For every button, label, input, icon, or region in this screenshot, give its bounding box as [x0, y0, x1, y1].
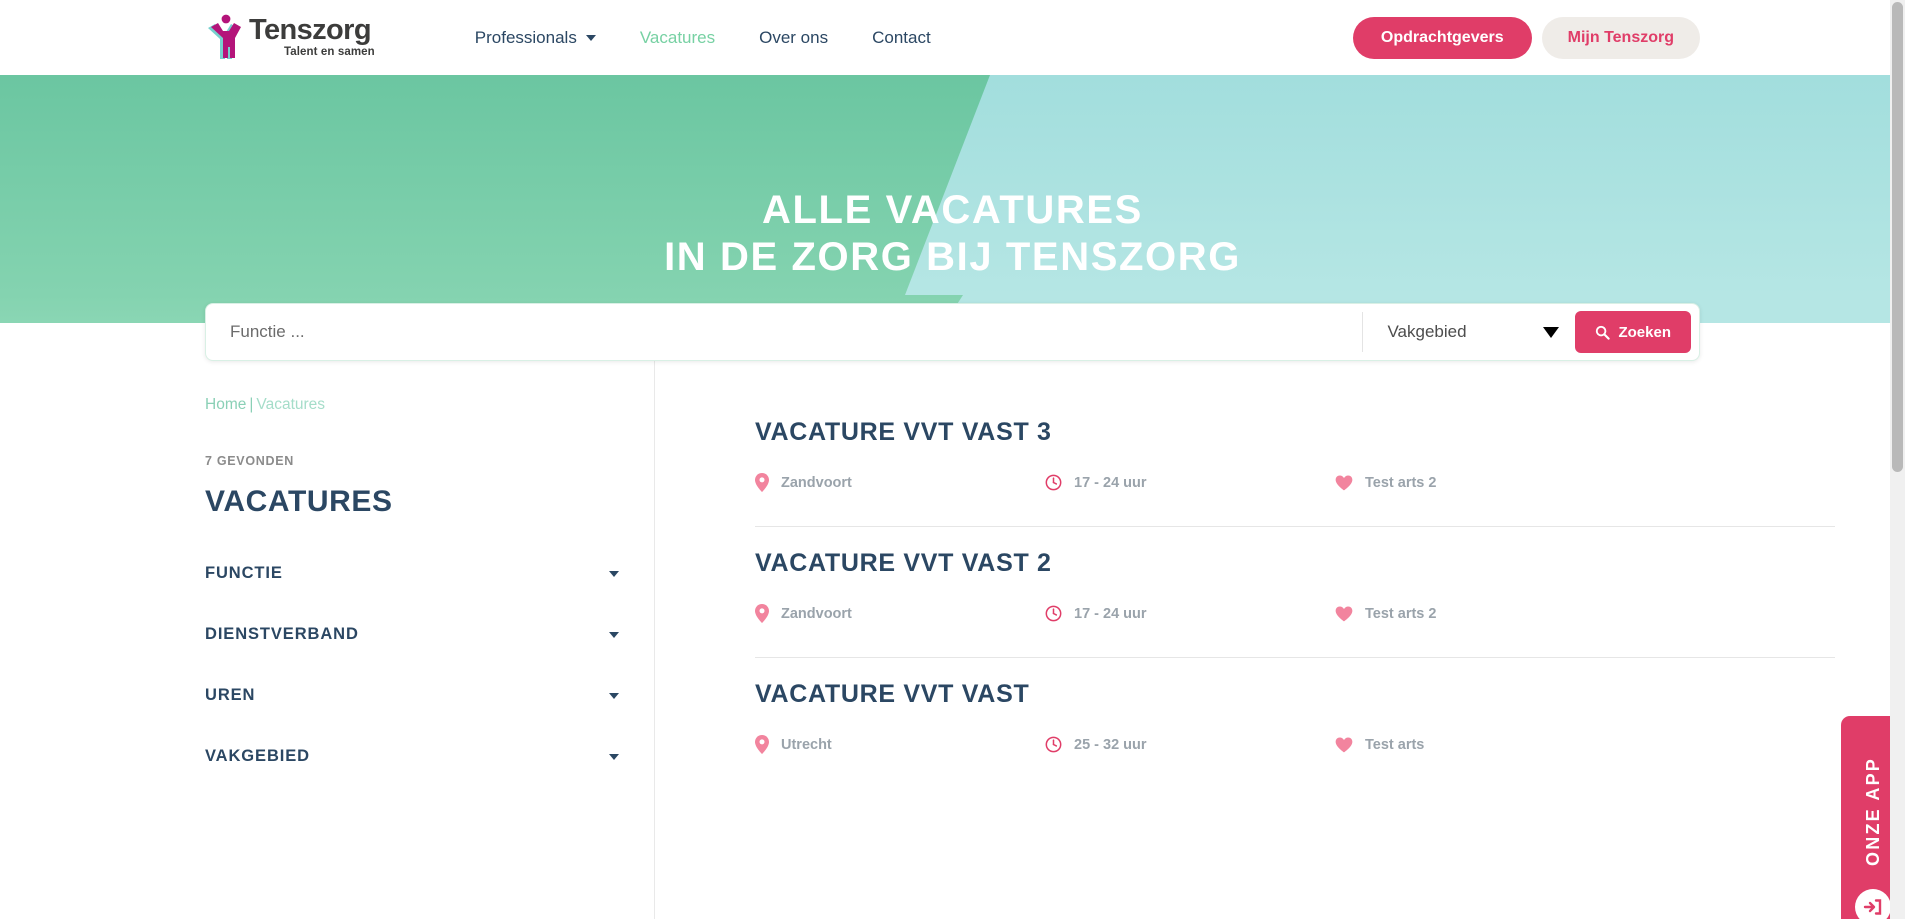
job-hours-text: 17 - 24 uur	[1074, 474, 1147, 491]
hero-title-block: ALLE VACATURES IN DE ZORG BIJ TENSZORG	[0, 75, 1905, 281]
search-bar-zone: Vakgebied Zoeken	[0, 295, 1905, 361]
nav-item-contact[interactable]: Contact	[872, 28, 931, 48]
job-contact-text: Test arts	[1365, 736, 1425, 753]
job-location: Zandvoort	[755, 473, 1045, 492]
header-actions: Opdrachtgevers Mijn Tenszorg	[1352, 16, 1700, 59]
site-logo[interactable]: Tenszorg Talent en samen	[205, 14, 375, 62]
mijn-tenszorg-button[interactable]: Mijn Tenszorg	[1541, 16, 1700, 59]
chevron-down-icon	[1543, 326, 1560, 338]
job-meta-row: Utrecht 25 - 32 uur Test arts	[755, 735, 1835, 754]
clock-icon	[1045, 736, 1062, 753]
job-contact: Test arts 2	[1335, 606, 1436, 622]
hero-banner: ALLE VACATURES IN DE ZORG BIJ TENSZORG	[0, 75, 1905, 295]
breadcrumb-home-link[interactable]: Home	[205, 396, 246, 413]
page-body: Home | Vacatures 7 GEVONDEN VACATURES FUNC…	[0, 361, 1905, 919]
logo-tagline: Talent en samen	[284, 46, 375, 59]
page-viewport: Tenszorg Talent en samen Professionals V…	[0, 0, 1905, 919]
heart-icon	[1335, 737, 1353, 752]
job-meta-row: Zandvoort 17 - 24 uur Test arts 2	[755, 604, 1835, 623]
site-header: Tenszorg Talent en samen Professionals V…	[0, 0, 1905, 75]
page-scrollbar[interactable]	[1890, 0, 1905, 919]
results-count: 7 GEVONDEN	[205, 454, 294, 468]
filter-accordion-uren[interactable]: UREN	[205, 673, 654, 718]
breadcrumb: Home | Vacatures	[205, 396, 654, 414]
chevron-down-icon	[609, 631, 619, 638]
hero-title-line-2: IN DE ZORG BIJ TENSZORG	[664, 235, 1241, 280]
hero-title-line-1: ALLE VACATURES	[762, 188, 1143, 232]
login-arrow-icon	[1855, 889, 1891, 919]
job-search-bar: Vakgebied Zoeken	[205, 303, 1700, 361]
scrollbar-thumb[interactable]	[1892, 2, 1903, 472]
job-listing-item[interactable]: VACATURE VVT VAST 3 Zandvoort 17 - 24 uu…	[755, 396, 1835, 527]
job-location-text: Zandvoort	[781, 605, 852, 622]
nav-item-professionals[interactable]: Professionals	[475, 28, 596, 48]
heart-icon	[1335, 475, 1353, 490]
filter-accordion-dienstverband[interactable]: DIENSTVERBAND	[205, 612, 654, 657]
job-hours: 25 - 32 uur	[1045, 736, 1335, 753]
job-location-text: Zandvoort	[781, 474, 852, 491]
vakgebied-select[interactable]: Vakgebied	[1363, 322, 1575, 342]
job-location: Zandvoort	[755, 604, 1045, 623]
job-contact: Test arts 2	[1335, 475, 1436, 491]
filters-sidebar: Home | Vacatures 7 GEVONDEN VACATURES FUNC…	[205, 361, 655, 919]
filter-label: VAKGEBIED	[205, 747, 310, 765]
search-input[interactable]	[206, 304, 1363, 360]
job-title: VACATURE VVT VAST 2	[755, 549, 1052, 577]
job-results-list: VACATURE VVT VAST 3 Zandvoort 17 - 24 uu…	[655, 361, 1905, 919]
zoeken-button-label: Zoeken	[1618, 323, 1671, 341]
breadcrumb-current: Vacatures	[256, 396, 326, 413]
chevron-down-icon	[609, 692, 619, 699]
job-listing-item[interactable]: VACATURE VVT VAST Utrecht 25 - 32 uur Te…	[755, 658, 1835, 788]
filter-label: UREN	[205, 686, 256, 704]
filter-accordion-functie[interactable]: FUNCTIE	[205, 551, 654, 596]
onze-app-label: ONZE APP	[1862, 756, 1883, 866]
zoeken-button[interactable]: Zoeken	[1575, 311, 1691, 353]
chevron-down-icon	[609, 753, 619, 760]
clock-icon	[1045, 474, 1062, 491]
search-icon	[1596, 325, 1611, 340]
job-listing-item[interactable]: VACATURE VVT VAST 2 Zandvoort 17 - 24 uu…	[755, 527, 1835, 658]
filter-accordion-vakgebied[interactable]: VAKGEBIED	[205, 734, 654, 779]
breadcrumb-separator: |	[249, 396, 254, 413]
opdrachtgevers-button[interactable]: Opdrachtgevers	[1352, 16, 1532, 59]
filter-label: FUNCTIE	[205, 564, 283, 582]
job-title: VACATURE VVT VAST	[755, 680, 1030, 708]
job-contact: Test arts	[1335, 737, 1424, 753]
map-pin-icon	[755, 473, 769, 492]
logo-wordmark: Tenszorg	[249, 14, 372, 47]
tenszorg-figure-icon	[208, 14, 241, 59]
vakgebied-select-label: Vakgebied	[1387, 322, 1467, 341]
main-navigation: Professionals Vacatures Over ons Contact	[475, 28, 931, 48]
filter-label: DIENSTVERBAND	[205, 625, 359, 643]
job-hours-text: 17 - 24 uur	[1074, 605, 1147, 622]
job-hours: 17 - 24 uur	[1045, 474, 1335, 491]
chevron-down-icon	[609, 570, 619, 577]
heart-icon	[1335, 606, 1353, 621]
chevron-down-icon	[585, 34, 596, 41]
clock-icon	[1045, 605, 1062, 622]
job-hours-text: 25 - 32 uur	[1074, 736, 1147, 753]
nav-item-over-ons[interactable]: Over ons	[759, 28, 828, 48]
job-location: Utrecht	[755, 735, 1045, 754]
job-title: VACATURE VVT VAST 3	[755, 418, 1052, 446]
sidebar-page-title: VACATURES	[205, 485, 393, 518]
job-contact-text: Test arts 2	[1365, 474, 1437, 491]
job-location-text: Utrecht	[781, 736, 832, 753]
map-pin-icon	[755, 735, 769, 754]
nav-label: Professionals	[474, 27, 577, 47]
job-hours: 17 - 24 uur	[1045, 605, 1335, 622]
job-contact-text: Test arts 2	[1365, 605, 1437, 622]
map-pin-icon	[755, 604, 769, 623]
job-meta-row: Zandvoort 17 - 24 uur Test arts 2	[755, 473, 1835, 492]
nav-item-vacatures[interactable]: Vacatures	[640, 28, 715, 48]
